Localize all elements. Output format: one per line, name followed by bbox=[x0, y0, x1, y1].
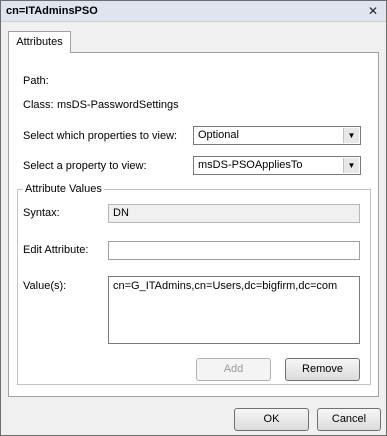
title-bar: cn=ITAdminsPSO ✕ bbox=[1, 1, 386, 22]
chevron-down-icon[interactable]: ▼ bbox=[343, 128, 359, 143]
syntax-value: DN bbox=[113, 207, 129, 219]
remove-button[interactable]: Remove bbox=[285, 358, 360, 381]
cancel-button[interactable]: Cancel bbox=[317, 408, 381, 431]
chevron-down-icon[interactable]: ▼ bbox=[343, 158, 359, 173]
view-properties-dropdown[interactable]: Optional ▼ bbox=[193, 126, 361, 145]
view-select-label: Select which properties to view: bbox=[23, 130, 178, 142]
class-label: Class: bbox=[23, 99, 54, 111]
property-value: msDS-PSOAppliesTo bbox=[198, 159, 303, 171]
edit-attribute-label: Edit Attribute: bbox=[23, 244, 89, 256]
edit-attribute-input[interactable] bbox=[108, 241, 360, 260]
property-select-label: Select a property to view: bbox=[23, 160, 147, 172]
add-button[interactable]: Add bbox=[196, 358, 271, 381]
close-icon[interactable]: ✕ bbox=[365, 3, 381, 19]
window-title: cn=ITAdminsPSO bbox=[6, 5, 98, 17]
ok-button[interactable]: OK bbox=[234, 408, 309, 431]
property-dropdown[interactable]: msDS-PSOAppliesTo ▼ bbox=[193, 156, 361, 175]
attribute-values-title: Attribute Values bbox=[23, 183, 104, 195]
tab-attributes[interactable]: Attributes bbox=[8, 31, 71, 53]
view-properties-value: Optional bbox=[198, 129, 239, 141]
path-label: Path: bbox=[23, 75, 49, 87]
values-label: Value(s): bbox=[23, 280, 67, 292]
syntax-label: Syntax: bbox=[23, 207, 60, 219]
syntax-field: DN bbox=[108, 204, 360, 223]
class-value: msDS-PasswordSettings bbox=[57, 99, 179, 111]
values-list[interactable]: cn=G_ITAdmins,cn=Users,dc=bigfirm,dc=com bbox=[108, 276, 360, 344]
attribute-editor-dialog: cn=ITAdminsPSO ✕ Attributes Path: Class:… bbox=[0, 0, 387, 436]
list-item[interactable]: cn=G_ITAdmins,cn=Users,dc=bigfirm,dc=com bbox=[113, 280, 337, 292]
